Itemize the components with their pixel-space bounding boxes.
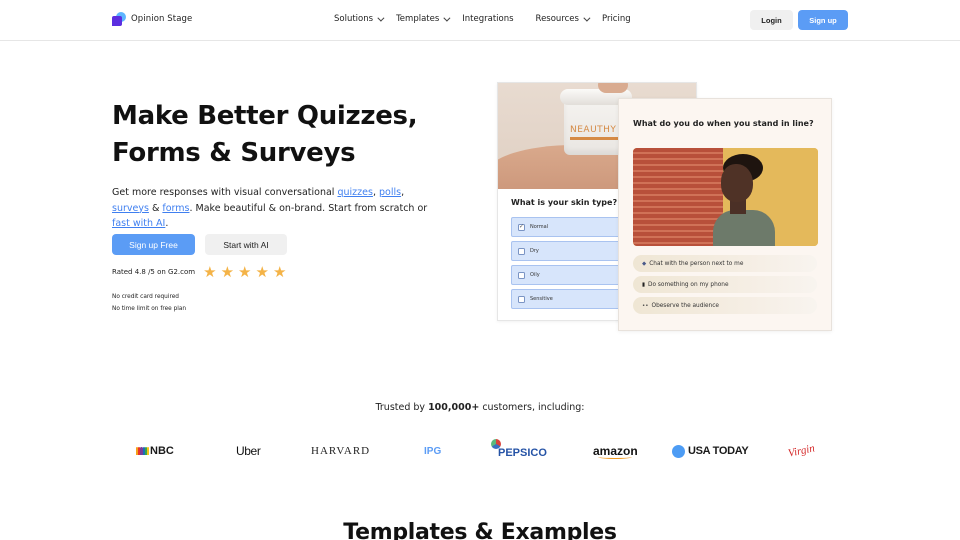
logo-usa-today: USA TODAY bbox=[672, 440, 749, 462]
hero-sub-text: Get more responses with visual conversat… bbox=[112, 187, 338, 198]
person-head-shape bbox=[721, 164, 753, 202]
nav-solutions[interactable]: Solutions bbox=[334, 14, 385, 24]
chevron-down-icon bbox=[583, 14, 591, 22]
eyes-icon: •• bbox=[642, 302, 649, 309]
star-icon: ★ bbox=[220, 263, 235, 281]
hero-title: Make Better Quizzes, Forms & Surveys bbox=[112, 98, 418, 172]
stand-in-line-quiz-preview: What do you do when you stand in line? ◆… bbox=[618, 98, 832, 331]
nav-integrations-label: Integrations bbox=[462, 14, 514, 24]
star-icon: ★ bbox=[203, 263, 217, 281]
nav-templates[interactable]: Templates bbox=[396, 14, 451, 24]
nav-pricing-label: Pricing bbox=[601, 14, 631, 24]
link-polls[interactable]: polls bbox=[379, 187, 401, 198]
logo-text: PEPSICO bbox=[498, 446, 547, 459]
jar-band bbox=[570, 137, 624, 140]
templates-section-title: Templates & Examples bbox=[343, 520, 617, 540]
usa-today-dot-icon bbox=[672, 444, 685, 458]
answer-phone[interactable]: ▮ Do something on my phone bbox=[633, 276, 817, 293]
option-label: Oily bbox=[530, 272, 540, 278]
link-surveys[interactable]: surveys bbox=[112, 203, 149, 214]
chevron-down-icon bbox=[377, 14, 385, 22]
answer-label: Chat with the person next to me bbox=[649, 260, 744, 267]
logo-text: NBC bbox=[150, 445, 174, 457]
pepsi-globe-icon bbox=[491, 439, 501, 449]
main-nav: Solutions Templates Integrations Resourc… bbox=[334, 14, 645, 24]
star-icon: ★ bbox=[272, 263, 287, 281]
answer-label: Do something on my phone bbox=[648, 281, 729, 288]
checkbox-icon bbox=[518, 271, 525, 279]
signup-button[interactable]: Sign up bbox=[798, 10, 848, 30]
finger-shape bbox=[598, 83, 628, 93]
logo-nbc: NBC bbox=[136, 440, 174, 462]
hero-sub-text: . Make beautiful & on-brand. Start from … bbox=[189, 202, 428, 214]
person-photo bbox=[633, 148, 818, 246]
separator: & bbox=[148, 202, 163, 214]
login-button[interactable]: Login bbox=[750, 10, 793, 30]
chevron-down-icon bbox=[443, 14, 451, 22]
logo-text: HARVARD bbox=[311, 445, 371, 457]
logo[interactable]: Opinion Stage bbox=[112, 12, 192, 26]
separator: . bbox=[165, 218, 169, 229]
answer-label: Obeserve the audience bbox=[651, 302, 720, 309]
logo-text: Virgin bbox=[787, 442, 816, 460]
logo-text: Opinion Stage bbox=[131, 14, 193, 24]
logo-text: USA TODAY bbox=[688, 445, 749, 457]
logo-virgin: Virgin bbox=[786, 437, 817, 464]
red-shutter-background bbox=[633, 148, 723, 246]
speech-bubble-icon: ◆ bbox=[642, 260, 647, 267]
option-label: Sensitive bbox=[530, 296, 553, 302]
rating-stars: ★ ★ ★ ★ ★ bbox=[203, 264, 286, 280]
link-fast-with-ai[interactable]: fast with AI bbox=[112, 218, 165, 229]
logo-pepsico: PEPSICO bbox=[491, 439, 547, 462]
logo-harvard: HARVARD bbox=[311, 440, 370, 462]
nav-templates-label: Templates bbox=[396, 14, 440, 24]
logo-icon bbox=[112, 12, 126, 26]
person-body-shape bbox=[713, 210, 775, 246]
checkbox-icon bbox=[518, 295, 525, 303]
signup-free-button[interactable]: Sign up Free bbox=[112, 234, 195, 255]
customer-count: 100,000+ bbox=[428, 402, 480, 413]
logo-text: IPG bbox=[424, 445, 442, 457]
nav-solutions-label: Solutions bbox=[334, 14, 374, 24]
logo-uber: Uber bbox=[236, 440, 261, 462]
star-icon: ★ bbox=[255, 263, 269, 281]
nav-resources[interactable]: Resources bbox=[535, 14, 591, 24]
option-label: Normal bbox=[530, 224, 549, 230]
phone-icon: ▮ bbox=[642, 281, 646, 288]
skin-question: What is your skin type? bbox=[511, 198, 618, 207]
answer-chat[interactable]: ◆ Chat with the person next to me bbox=[633, 255, 817, 272]
nav-integrations[interactable]: Integrations bbox=[462, 14, 513, 24]
logo-text: Uber bbox=[236, 444, 261, 458]
link-forms[interactable]: forms bbox=[162, 203, 189, 214]
link-quizzes[interactable]: quizzes bbox=[337, 187, 372, 198]
line-question: What do you do when you stand in line? bbox=[633, 119, 814, 128]
logo-ipg: IPG bbox=[424, 440, 441, 462]
trusted-prefix: Trusted by bbox=[375, 402, 429, 413]
amazon-smile-icon bbox=[598, 455, 633, 459]
note-no-credit-card: No credit card required bbox=[112, 294, 179, 300]
checkbox-checked-icon: ✓ bbox=[518, 223, 525, 231]
separator: , bbox=[401, 187, 405, 198]
star-icon: ★ bbox=[238, 263, 252, 281]
hero-subtitle: Get more responses with visual conversat… bbox=[112, 185, 442, 232]
g2-rating: Rated 4.8 /5 on G2.com ★ ★ ★ ★ ★ bbox=[112, 264, 286, 280]
site-header: Opinion Stage Solutions Templates Integr… bbox=[0, 0, 960, 41]
start-with-ai-button[interactable]: Start with AI bbox=[205, 234, 287, 255]
rating-text: Rated 4.8 /5 on G2.com bbox=[112, 268, 196, 276]
option-label: Dry bbox=[530, 248, 539, 254]
answer-observe[interactable]: •• Obeserve the audience bbox=[633, 297, 817, 314]
note-no-time-limit: No time limit on free plan bbox=[112, 305, 187, 312]
jar-brand-label: NEAUTHY bbox=[570, 125, 617, 135]
checkbox-icon bbox=[518, 247, 525, 255]
peacock-icon bbox=[136, 447, 150, 455]
customer-logos: NBC Uber HARVARD IPG PEPSICO amazon USA … bbox=[0, 437, 960, 464]
trusted-by-text: Trusted by 100,000+ customers, including… bbox=[0, 402, 960, 413]
trusted-suffix: customers, including: bbox=[479, 402, 585, 413]
plan-notes: No credit card required No time limit on… bbox=[112, 292, 186, 315]
nav-pricing[interactable]: Pricing bbox=[602, 14, 631, 24]
logo-amazon: amazon bbox=[593, 440, 638, 462]
nav-resources-label: Resources bbox=[535, 14, 579, 24]
hero-title-line1: Make Better Quizzes, bbox=[112, 101, 418, 131]
hero-title-line2: Forms & Surveys bbox=[112, 138, 356, 168]
